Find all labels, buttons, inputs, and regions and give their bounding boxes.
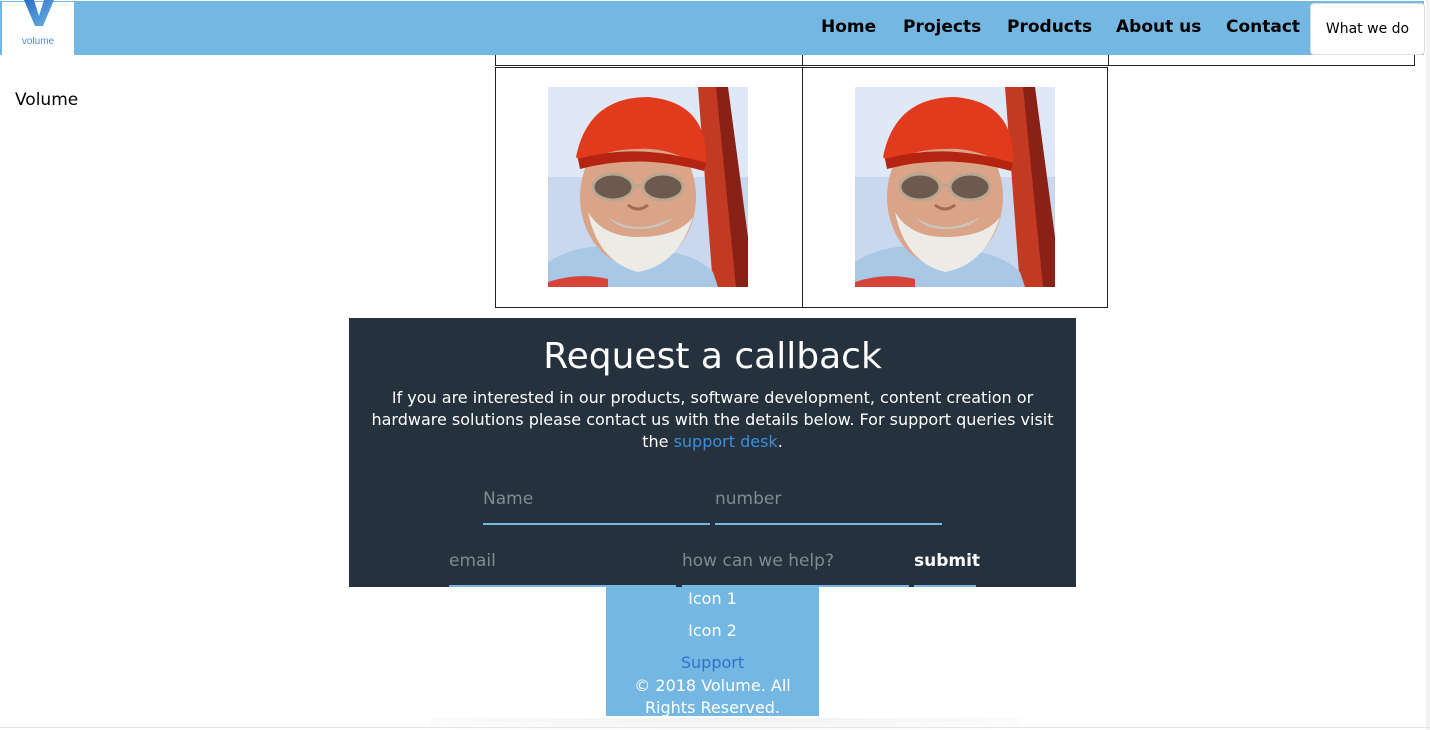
gallery-cell-1: [495, 67, 803, 308]
logo-text: volume: [21, 36, 55, 47]
footer-support-link[interactable]: Support: [606, 653, 819, 672]
email-input[interactable]: [449, 537, 676, 587]
footer-icon-2[interactable]: Icon 2: [606, 621, 819, 640]
sidebar-title: Volume: [15, 90, 79, 110]
footer-icon-1[interactable]: Icon 1: [606, 589, 819, 608]
portrait-image: [855, 87, 1055, 287]
portrait-image: [548, 87, 748, 287]
support-desk-link[interactable]: support desk: [674, 432, 778, 451]
callback-section: Request a callback If you are interested…: [349, 318, 1076, 587]
nav-contact[interactable]: Contact: [1226, 17, 1300, 37]
footer: Icon 1 Icon 2 Support © 2018 Volume. All…: [606, 587, 819, 717]
callback-title: Request a callback: [543, 336, 882, 377]
nav-what-we-do[interactable]: What we do: [1310, 3, 1425, 55]
nav-products[interactable]: Products: [1007, 17, 1092, 37]
logo[interactable]: volume: [2, 0, 74, 55]
cell-border: [495, 65, 1415, 66]
volume-logo-icon: [24, 0, 54, 26]
top-navbar: volume Home Projects Products About us C…: [0, 0, 1425, 55]
footer-copyright: © 2018 Volume. All Rights Reserved.: [634, 676, 791, 717]
nav-projects[interactable]: Projects: [903, 17, 981, 37]
nav-about-us[interactable]: About us: [1116, 17, 1201, 37]
page-shadow: [430, 718, 1020, 730]
submit-button[interactable]: submit: [914, 537, 980, 587]
page-bottom-edge: [0, 727, 1430, 728]
help-input[interactable]: [682, 537, 909, 587]
description-end: .: [777, 432, 783, 451]
gallery-cell-2: [802, 67, 1108, 308]
number-input[interactable]: [715, 475, 942, 525]
scrollbar-track[interactable]: [1426, 0, 1430, 730]
nav-home[interactable]: Home: [821, 17, 876, 37]
name-input[interactable]: [483, 475, 710, 525]
callback-description: If you are interested in our products, s…: [367, 387, 1058, 453]
